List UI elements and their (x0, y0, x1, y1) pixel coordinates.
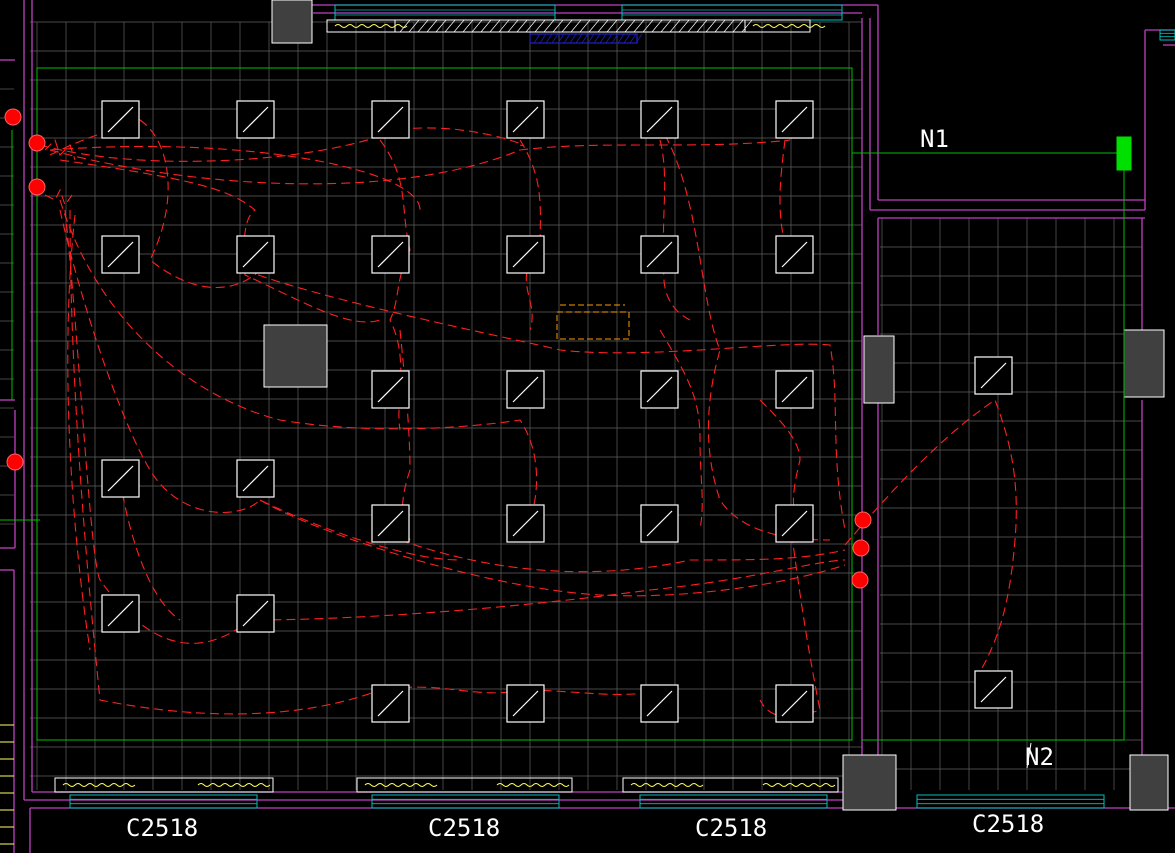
circuit-wire (399, 539, 846, 573)
outlet-dot-icon (851, 571, 869, 589)
window-label: C2518 (972, 810, 1044, 838)
beam-hatch (581, 33, 589, 44)
radiator-coil (197, 783, 271, 787)
circuit-wire (44, 188, 73, 207)
outlet-dot-icon (852, 539, 870, 557)
distribution-box-icon (1116, 136, 1132, 171)
radiator-coil (364, 783, 438, 787)
column (1129, 754, 1169, 811)
electrical-floor-plan: N1 N2 C2518 C2518 C2518 C2518 (0, 0, 1175, 853)
beam-hatch (623, 33, 631, 44)
circuit-wire (69, 209, 661, 715)
outlet-dot-icon (28, 178, 46, 196)
equipment-outline (556, 311, 630, 340)
ceiling-grid (0, 21, 1142, 790)
beam-hatch (587, 33, 595, 44)
beam-hatch (575, 33, 583, 44)
beam-hatch (593, 33, 601, 44)
room-boundary (36, 67, 853, 741)
column (1123, 329, 1165, 398)
beam-hatch (617, 33, 625, 44)
circuit-wire (659, 329, 703, 531)
beam-hatch (569, 33, 577, 44)
beam-hatch (551, 33, 559, 44)
window-label: C2518 (126, 814, 198, 842)
beam-hatch (629, 33, 637, 44)
window (916, 794, 1105, 809)
window (1159, 29, 1175, 41)
window (69, 794, 258, 809)
window (371, 794, 560, 809)
window-label: C2518 (695, 814, 767, 842)
beam-hatch (545, 33, 553, 44)
window (639, 794, 828, 809)
radiator-coil (630, 783, 704, 787)
column (842, 754, 897, 811)
radiator-coil (496, 783, 570, 787)
panel-label-n1: N1 (920, 125, 949, 153)
outlet-dot-icon (4, 108, 22, 126)
panel-label-n2: N2 (1025, 743, 1054, 771)
panel-wire (0, 67, 1132, 769)
circuit-wire (259, 499, 846, 597)
outlet-dot-icon (28, 134, 46, 152)
outlets (4, 108, 872, 589)
window-label: C2518 (428, 814, 500, 842)
radiator-coil (752, 24, 826, 28)
circuit-wire (49, 145, 421, 211)
light-fixtures (101, 100, 1013, 723)
column (263, 324, 328, 388)
beam-hatch (563, 33, 571, 44)
beam-hatch (539, 33, 547, 44)
outlet-dot-icon (6, 453, 24, 471)
circuit-wire (49, 118, 261, 289)
column (863, 335, 895, 404)
column (271, 0, 313, 44)
radiators (54, 19, 839, 793)
beam-hatch (599, 33, 607, 44)
radiator-coil (334, 24, 408, 28)
circuit-wire (844, 399, 1017, 681)
walls (0, 0, 1175, 853)
outlet-dot-icon (854, 511, 872, 529)
panel-feed-line (852, 152, 1125, 741)
radiator-coil (762, 783, 836, 787)
beam-hatch (605, 33, 613, 44)
beam-hatch (533, 33, 541, 44)
circuit-wire (244, 269, 846, 531)
